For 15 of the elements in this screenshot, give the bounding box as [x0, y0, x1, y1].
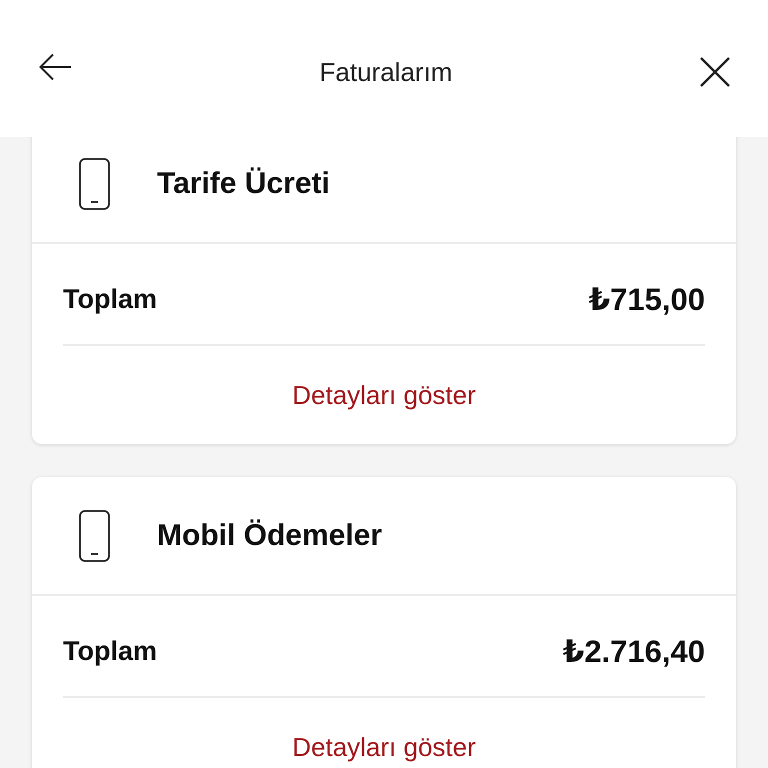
total-amount: ₺2.716,40: [562, 636, 705, 666]
phone-icon: [79, 510, 110, 562]
page-title: Faturalarım: [320, 58, 452, 84]
card-title: Mobil Ödemeler: [157, 520, 382, 550]
phone-icon: [79, 158, 110, 210]
close-button[interactable]: [700, 56, 730, 86]
back-button[interactable]: [39, 52, 72, 80]
total-label: Toplam: [63, 286, 157, 312]
back-icon: [39, 52, 72, 80]
total-label: Toplam: [63, 638, 157, 664]
total-amount: ₺715,00: [588, 284, 705, 314]
details-link[interactable]: Detayları göster: [292, 734, 476, 760]
details-link[interactable]: Detayları göster: [292, 382, 476, 408]
card-title: Tarife Ücreti: [157, 168, 330, 198]
close-icon: [700, 56, 730, 86]
